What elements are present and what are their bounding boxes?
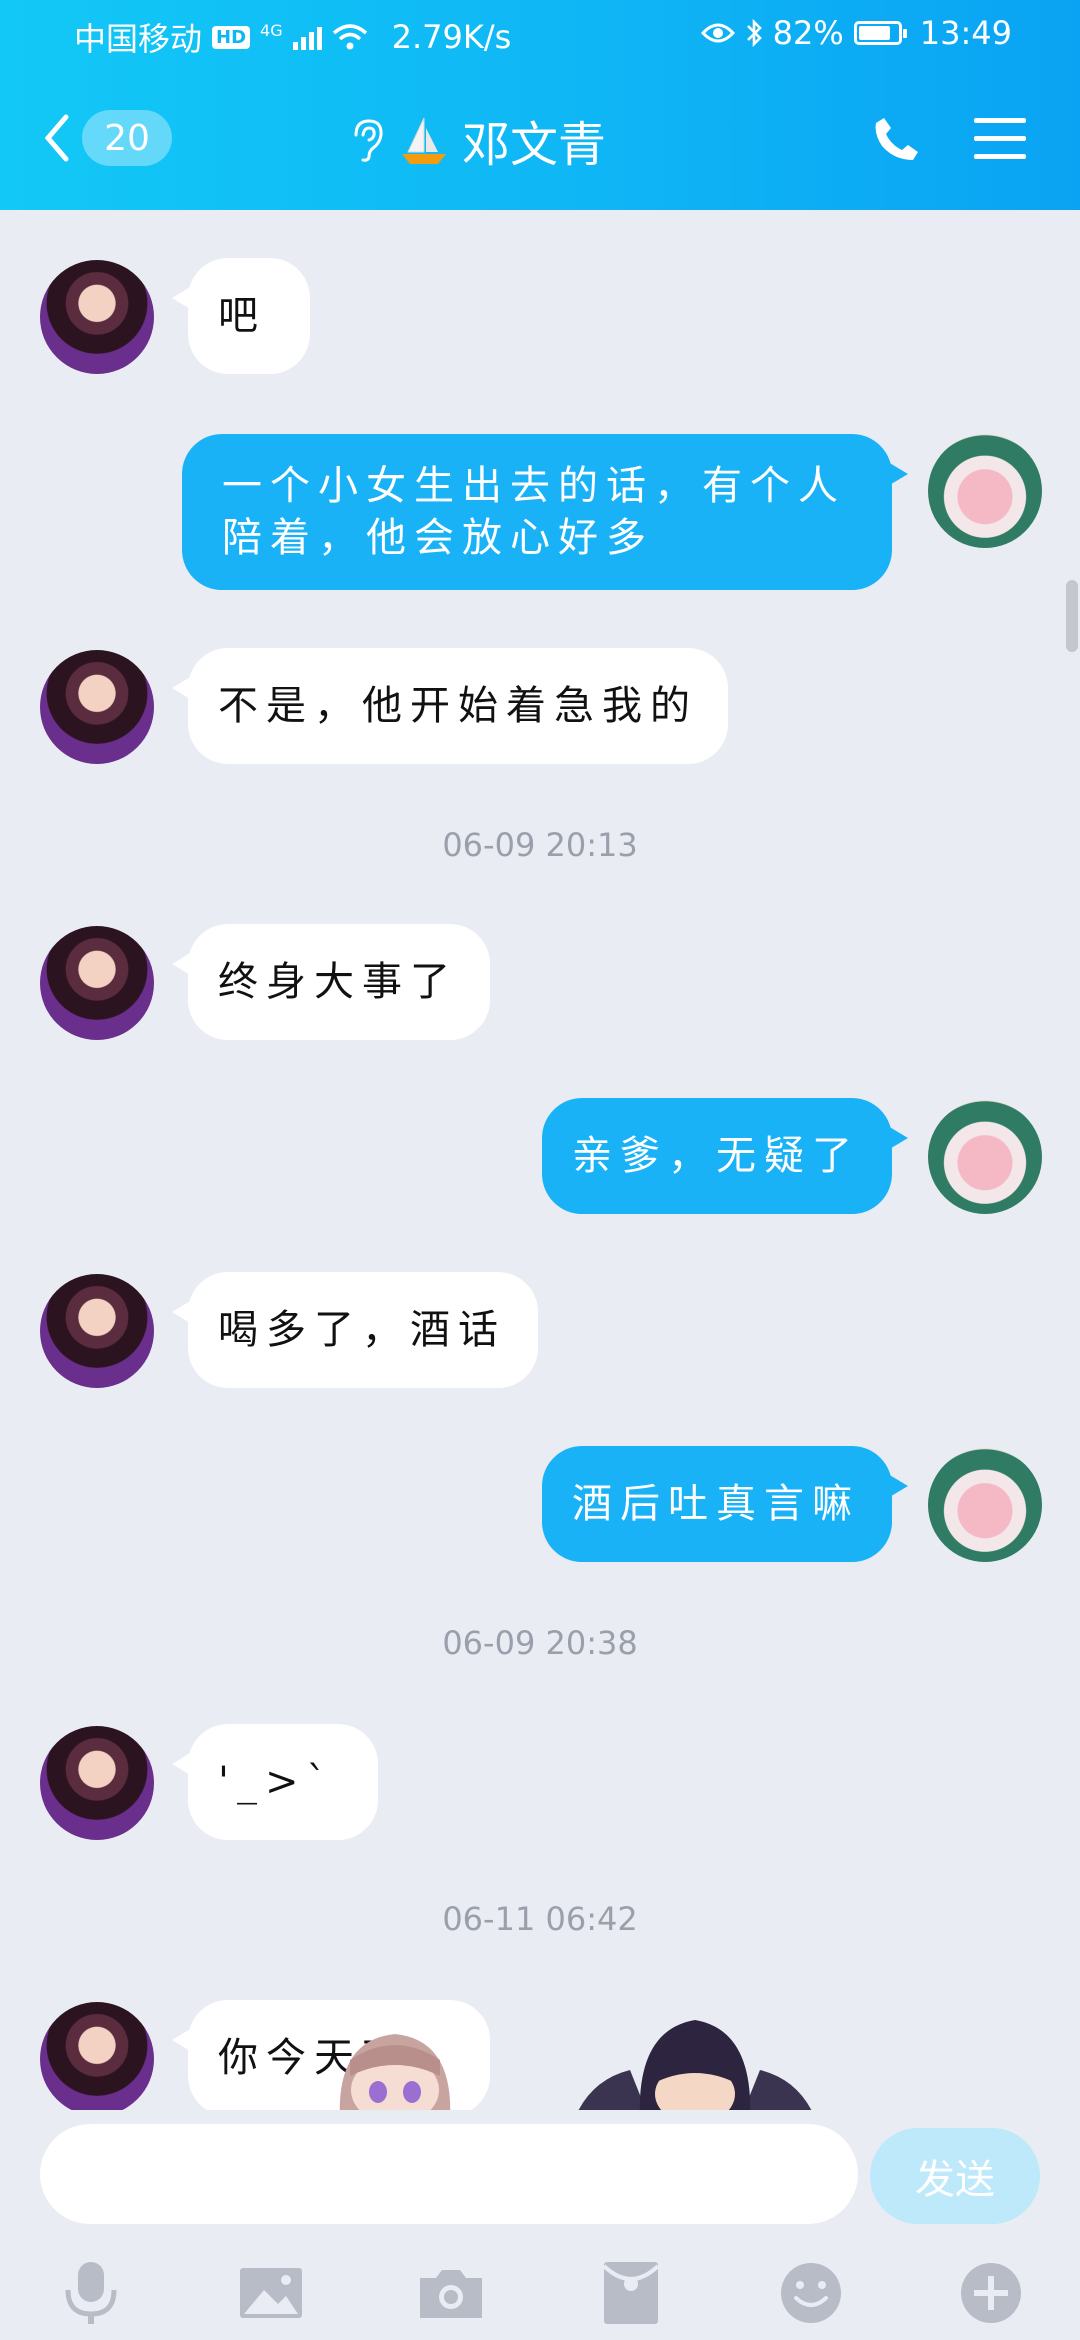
anime-boy-sticker bbox=[578, 2020, 812, 2110]
contact-avatar[interactable] bbox=[40, 260, 154, 374]
my-avatar[interactable] bbox=[928, 1448, 1042, 1562]
unread-count-badge: 20 bbox=[82, 110, 172, 166]
image-icon[interactable] bbox=[236, 2258, 306, 2328]
incoming-message-bubble[interactable]: 吧 bbox=[172, 258, 310, 374]
scrollbar[interactable] bbox=[1066, 580, 1078, 652]
contact-avatar[interactable] bbox=[40, 650, 154, 764]
phone-icon[interactable] bbox=[872, 114, 922, 164]
back-button[interactable]: 20 bbox=[42, 108, 202, 168]
eye-icon bbox=[700, 23, 735, 43]
outgoing-message-bubble[interactable]: 一个小女生出去的话，有个人陪着，他会放心好多 bbox=[182, 434, 908, 590]
status-right: 82% 13:49 bbox=[700, 14, 1012, 52]
outgoing-message-bubble[interactable]: 亲爹，无疑了 bbox=[542, 1098, 908, 1214]
my-avatar[interactable] bbox=[928, 434, 1042, 548]
hd-badge: HD bbox=[212, 25, 251, 49]
incoming-message-bubble[interactable]: 终身大事了 bbox=[172, 924, 490, 1040]
wifi-icon bbox=[332, 24, 367, 50]
clock: 13:49 bbox=[919, 14, 1012, 52]
back-chevron-icon bbox=[44, 114, 69, 162]
sailboat-icon bbox=[402, 117, 446, 164]
microphone-icon[interactable] bbox=[56, 2258, 126, 2328]
send-button[interactable]: 发送 bbox=[870, 2128, 1040, 2224]
menu-icon[interactable] bbox=[974, 118, 1026, 160]
contact-avatar[interactable] bbox=[40, 1274, 154, 1388]
battery-percent: 82% bbox=[772, 14, 844, 52]
status-bar: 中国移动 HD 4G 2.79K/s 82% 13:49 bbox=[0, 0, 1080, 68]
timestamp: 06-09 20:38 bbox=[442, 1624, 638, 1662]
emoji-icon[interactable] bbox=[776, 2258, 846, 2328]
outgoing-message-bubble[interactable]: 酒后吐真言嘛 bbox=[542, 1446, 908, 1562]
timestamp: 06-09 20:13 bbox=[442, 826, 638, 864]
carrier-label: 中国移动 bbox=[74, 20, 203, 58]
contact-name: 邓文青 bbox=[462, 117, 607, 173]
timestamp: 06-11 06:42 bbox=[442, 1900, 638, 1938]
contact-avatar[interactable] bbox=[40, 926, 154, 1040]
contact-avatar[interactable] bbox=[40, 2002, 154, 2110]
camera-icon[interactable] bbox=[416, 2258, 486, 2328]
anime-girl-sticker bbox=[339, 2034, 451, 2110]
signal-icon bbox=[292, 24, 322, 50]
chat-area[interactable]: 吧 一个小女生出去的话，有个人陪着，他会放心好多 不是，他开始着急我的 06-0… bbox=[0, 210, 1080, 2110]
network-speed: 2.79K/s bbox=[391, 18, 512, 56]
network-type: 4G bbox=[260, 21, 283, 40]
my-avatar[interactable] bbox=[928, 1100, 1042, 1214]
bluetooth-icon bbox=[746, 18, 762, 48]
ear-icon bbox=[354, 119, 383, 162]
chat-title[interactable]: 邓文青 bbox=[350, 108, 607, 173]
incoming-message-bubble[interactable]: '_>` bbox=[172, 1724, 378, 1840]
incoming-message-bubble[interactable]: 喝多了，酒话 bbox=[172, 1272, 538, 1388]
plus-icon[interactable] bbox=[956, 2258, 1026, 2328]
red-packet-icon[interactable] bbox=[596, 2258, 666, 2328]
incoming-message-bubble[interactable]: 不是，他开始着急我的 bbox=[172, 648, 728, 764]
contact-avatar[interactable] bbox=[40, 1726, 154, 1840]
message-input[interactable] bbox=[40, 2124, 858, 2224]
nav-bar: 20 邓文青 bbox=[0, 68, 1080, 210]
input-area: 发送 bbox=[0, 2110, 1080, 2340]
app-header: 中国移动 HD 4G 2.79K/s 82% 13:49 20 邓文青 bbox=[0, 0, 1080, 210]
input-toolbar bbox=[0, 2240, 1080, 2340]
status-left: 中国移动 HD 4G 2.79K/s bbox=[74, 14, 511, 60]
battery-icon bbox=[853, 21, 907, 45]
